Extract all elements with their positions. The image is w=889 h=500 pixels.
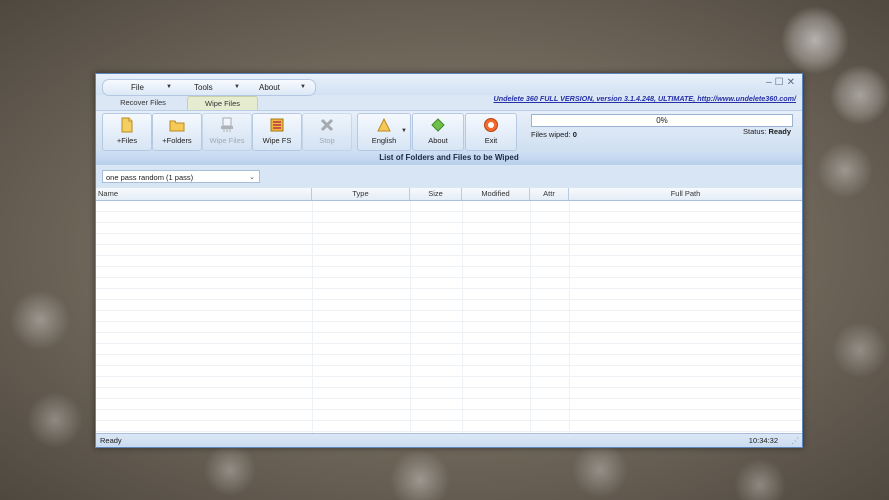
table-header: Name Type Size Modified Attr Full Path bbox=[96, 188, 802, 201]
column-header-modified[interactable]: Modified bbox=[462, 188, 530, 200]
progress-text: 0% bbox=[656, 116, 668, 125]
chevron-down-icon: ▼ bbox=[401, 128, 407, 134]
column-header-attr[interactable]: Attr bbox=[530, 188, 569, 200]
column-header-size[interactable]: Size bbox=[410, 188, 462, 200]
column-header-type[interactable]: Type bbox=[312, 188, 410, 200]
toolbar: +Files +Folders Wipe Files Wipe FS Stop … bbox=[96, 110, 802, 153]
status-indicator: Status: Ready bbox=[743, 127, 791, 136]
status-bar-time: 10:34:32 bbox=[748, 436, 778, 445]
title-bar: File ▼ Tools ▼ About ▼ –☐✕ bbox=[96, 74, 802, 96]
wipe-fs-button[interactable]: Wipe FS bbox=[252, 113, 302, 151]
column-header-name[interactable]: Name bbox=[96, 188, 312, 200]
menu-bar: File ▼ Tools ▼ About ▼ bbox=[102, 79, 316, 96]
menu-tools-arrow-icon[interactable]: ▼ bbox=[234, 82, 240, 93]
window-controls: –☐✕ bbox=[766, 77, 798, 88]
wipe-files-label: Wipe Files bbox=[209, 136, 245, 145]
files-wiped: Files wiped: 0 bbox=[531, 130, 577, 139]
menu-tools[interactable]: Tools bbox=[194, 82, 213, 93]
product-link[interactable]: Undelete 360 FULL VERSION, version 3.1.4… bbox=[494, 94, 796, 103]
add-folders-button[interactable]: +Folders bbox=[152, 113, 202, 151]
menu-about-arrow-icon[interactable]: ▼ bbox=[300, 82, 306, 93]
shredder-icon bbox=[221, 117, 233, 132]
status-label: Status: bbox=[743, 127, 767, 136]
maximize-icon[interactable]: ☐ bbox=[775, 77, 787, 88]
close-icon[interactable]: ✕ bbox=[787, 77, 798, 88]
language-dropdown[interactable]: English ▼ bbox=[357, 113, 411, 151]
column-divider bbox=[312, 201, 313, 433]
menu-file-arrow-icon[interactable]: ▼ bbox=[166, 82, 172, 93]
about-button[interactable]: About bbox=[412, 113, 464, 151]
column-divider bbox=[569, 201, 570, 433]
add-files-button[interactable]: +Files bbox=[102, 113, 152, 151]
progress-bar: 0% bbox=[531, 114, 793, 127]
stop-icon bbox=[320, 118, 334, 132]
add-files-label: +Files bbox=[116, 136, 138, 145]
column-divider bbox=[410, 201, 411, 433]
exit-icon bbox=[484, 118, 498, 132]
table-rows bbox=[96, 201, 802, 433]
stop-button[interactable]: Stop bbox=[302, 113, 352, 151]
wipe-fs-label: Wipe FS bbox=[262, 136, 292, 145]
status-bar: Ready 10:34:32 ⋰ bbox=[96, 433, 802, 447]
resize-grip-icon[interactable]: ⋰ bbox=[792, 434, 800, 447]
app-window: File ▼ Tools ▼ About ▼ –☐✕ Recover Files… bbox=[95, 73, 803, 448]
section-title: List of Folders and Files to be Wiped bbox=[96, 151, 802, 165]
wipe-method-value: one pass random (1 pass) bbox=[106, 173, 194, 182]
column-header-full-path[interactable]: Full Path bbox=[569, 188, 802, 200]
options-bar: one pass random (1 pass) ⌄ bbox=[96, 166, 802, 188]
about-label: About bbox=[428, 136, 448, 145]
add-file-icon bbox=[121, 117, 133, 133]
exit-button[interactable]: Exit bbox=[465, 113, 517, 151]
column-divider bbox=[530, 201, 531, 433]
status-bar-text: Ready bbox=[100, 436, 122, 445]
files-wiped-label: Files wiped: bbox=[531, 130, 571, 139]
file-list-table[interactable]: Name Type Size Modified Attr Full Path bbox=[96, 188, 802, 433]
column-divider bbox=[462, 201, 463, 433]
status-value: Ready bbox=[768, 127, 791, 136]
add-folders-label: +Folders bbox=[162, 136, 192, 145]
wipe-method-select[interactable]: one pass random (1 pass) ⌄ bbox=[102, 170, 260, 183]
about-icon bbox=[431, 118, 445, 132]
language-icon bbox=[377, 117, 391, 132]
tab-wipe-files[interactable]: Wipe Files bbox=[187, 96, 258, 110]
chevron-down-icon: ⌄ bbox=[249, 174, 255, 181]
tab-recover-files[interactable]: Recover Files bbox=[108, 96, 178, 109]
language-label: English bbox=[371, 136, 397, 145]
menu-about[interactable]: About bbox=[259, 82, 280, 93]
wipe-fs-icon bbox=[270, 118, 284, 132]
folder-icon bbox=[169, 120, 185, 132]
minimize-icon[interactable]: – bbox=[766, 77, 775, 88]
wipe-files-button[interactable]: Wipe Files bbox=[202, 113, 252, 151]
menu-file[interactable]: File bbox=[131, 82, 144, 93]
stop-label: Stop bbox=[319, 136, 335, 145]
exit-label: Exit bbox=[484, 136, 498, 145]
files-wiped-value: 0 bbox=[572, 130, 577, 139]
